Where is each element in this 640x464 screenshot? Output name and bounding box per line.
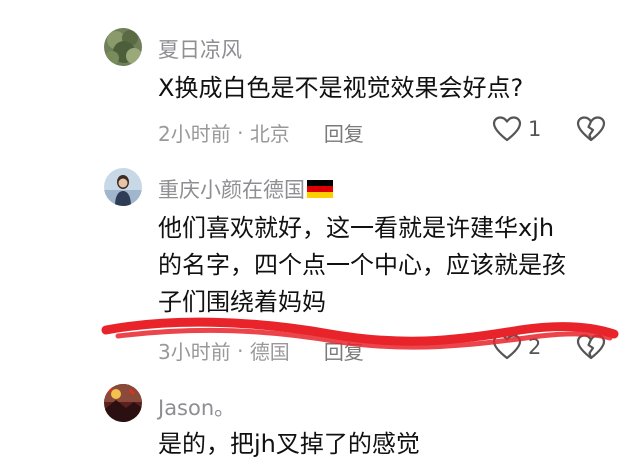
like-button[interactable]: 1 [492, 115, 541, 143]
username[interactable]: 夏日凉风 [158, 34, 242, 64]
comment-meta: 3小时前 · 德国 回复 [158, 336, 364, 365]
comment-text: 他们喜欢就好，这一看就是许建华xjh 的名字，四个点一个中心，应该就是孩 子们围… [158, 210, 608, 321]
comment-time: 3小时前 [158, 340, 231, 364]
broken-heart-icon [576, 334, 606, 360]
reply-button[interactable]: 回复 [324, 118, 364, 147]
dislike-button[interactable] [576, 333, 606, 365]
comment-meta: 2小时前 · 北京 回复 [158, 118, 364, 147]
like-button[interactable]: 2 [492, 333, 541, 361]
comment-location: 北京 [249, 122, 290, 146]
dislike-button[interactable] [576, 115, 606, 147]
username[interactable]: 重庆小颜在德国 [158, 174, 333, 204]
username-label[interactable]: 夏日凉风 [158, 34, 242, 64]
meta-separator: · [230, 120, 250, 145]
heart-outline-icon [492, 334, 522, 360]
meta-separator: · [230, 338, 250, 363]
comment-text-line: 子们围绕着妈妈 [158, 288, 326, 316]
broken-heart-icon [576, 116, 606, 142]
avatar[interactable] [104, 28, 142, 66]
germany-flag-icon [307, 180, 333, 198]
avatar[interactable] [104, 168, 142, 206]
like-count: 2 [528, 335, 542, 359]
heart-outline-icon [492, 116, 522, 142]
avatar[interactable] [104, 384, 142, 422]
reply-button[interactable]: 回复 [324, 336, 364, 365]
comment-text-content: X换成白色是不是视觉效果会好点? [158, 74, 524, 102]
comment-text: X换成白色是不是视觉效果会好点? [158, 70, 608, 107]
comment-text: 是的，把jh叉掉了的感觉 [158, 426, 608, 463]
like-count: 1 [528, 117, 542, 141]
comment-location: 德国 [249, 340, 290, 364]
comment-thread: 夏日凉风 X换成白色是不是视觉效果会好点? 2小时前 · 北京 回复 1 重庆小… [0, 0, 640, 464]
comment-time: 2小时前 [158, 122, 231, 146]
comment-text-line: 的名字，四个点一个中心，应该就是孩 [158, 251, 566, 279]
username[interactable]: Jason。 [158, 392, 235, 422]
username-label[interactable]: 重庆小颜在德国 [158, 174, 305, 204]
comment-text-content: 是的，把jh叉掉了的感觉 [158, 430, 420, 458]
comment-text-line: 他们喜欢就好，这一看就是许建华xjh [158, 214, 555, 242]
username-label[interactable]: Jason。 [158, 392, 235, 422]
